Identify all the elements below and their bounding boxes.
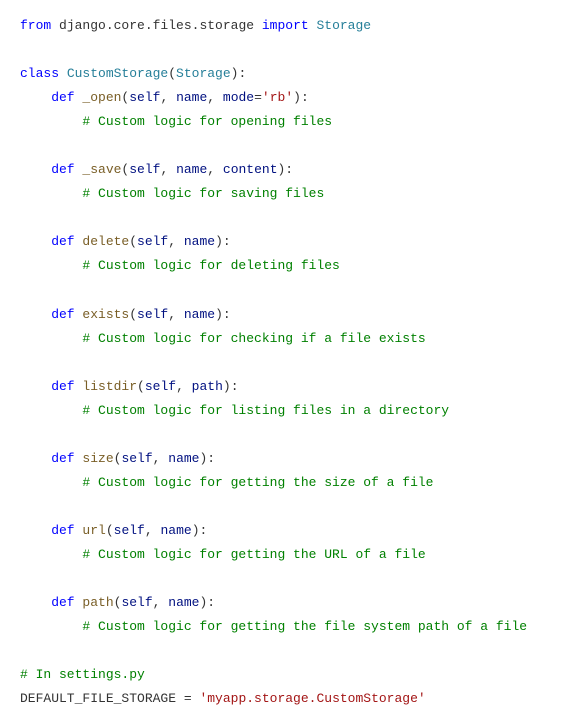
comment-save: # Custom logic for saving files [20,186,324,201]
comment-url: # Custom logic for getting the URL of a … [20,547,426,562]
code-block: from django.core.files.storage import St… [0,0,561,611]
param-path: path [192,379,223,394]
line-25: def path(self, name): [20,595,215,610]
param-self: self [137,307,168,322]
keyword-def: def [20,451,75,466]
comment-listdir: # Custom logic for listing files in a di… [20,403,449,418]
comment-path: # Custom logic for getting the file syst… [20,619,527,634]
keyword-def: def [20,523,75,538]
base-class: Storage [176,66,231,81]
paren: ( [168,66,176,81]
param-self: self [129,162,160,177]
paren-close: ): [215,234,231,249]
param-self: self [114,523,145,538]
line-13: def exists(self, name): [20,307,231,322]
param-name: name [160,523,191,538]
comma: , [168,307,184,322]
string-storage-path: 'myapp.storage.CustomStorage' [192,691,426,706]
comma: , [145,523,161,538]
paren: ( [106,523,114,538]
paren: ( [129,307,137,322]
param-name: name [168,451,199,466]
paren: ( [137,379,145,394]
fn-path: path [75,595,114,610]
line-16: def listdir(self, path): [20,379,239,394]
class-storage: Storage [309,18,371,33]
line-4: def _open(self, name, mode='rb'): [20,90,309,105]
param-mode: mode [223,90,254,105]
param-content: content [223,162,278,177]
param-self: self [145,379,176,394]
var-default-storage: DEFAULT_FILE_STORAGE [20,691,184,706]
param-name: name [176,162,207,177]
line-19: def size(self, name): [20,451,215,466]
comma: , [153,451,169,466]
param-self: self [121,451,152,466]
fn-delete: delete [75,234,130,249]
param-name: name [184,234,215,249]
param-self: self [137,234,168,249]
comma: , [207,90,223,105]
fn-listdir: listdir [75,379,137,394]
param-self: self [129,90,160,105]
paren-close: ): [215,307,231,322]
comma: , [160,90,176,105]
param-name: name [184,307,215,322]
comma: , [160,162,176,177]
param-self: self [121,595,152,610]
keyword-def: def [20,307,75,322]
comment-delete: # Custom logic for deleting files [20,258,340,273]
paren-close: ): [278,162,294,177]
equals: = [254,90,262,105]
keyword-def: def [20,90,75,105]
param-name: name [176,90,207,105]
paren-close: ): [199,451,215,466]
comment-open: # Custom logic for opening files [20,114,332,129]
line-22: def url(self, name): [20,523,207,538]
fn-open: _open [75,90,122,105]
keyword-import: import [262,18,309,33]
line-3: class CustomStorage(Storage): [20,66,246,81]
fn-exists: exists [75,307,130,322]
equals: = [184,691,192,706]
line-7: def _save(self, name, content): [20,162,293,177]
module-path: django.core.files.storage [51,18,262,33]
comma: , [168,234,184,249]
line-1: from django.core.files.storage import St… [20,18,371,33]
paren-close: ): [192,523,208,538]
class-name: CustomStorage [59,66,168,81]
paren-close: ): [293,90,309,105]
keyword-class: class [20,66,59,81]
comment-size: # Custom logic for getting the size of a… [20,475,433,490]
line-10: def delete(self, name): [20,234,231,249]
keyword-from: from [20,18,51,33]
paren-close: ): [231,66,247,81]
comma: , [176,379,192,394]
keyword-def: def [20,595,75,610]
keyword-def: def [20,379,75,394]
keyword-def: def [20,162,75,177]
string-rb: 'rb' [262,90,293,105]
paren-close: ): [199,595,215,610]
param-name: name [168,595,199,610]
paren-close: ): [223,379,239,394]
fn-save: _save [75,162,122,177]
paren: ( [129,234,137,249]
line-29: DEFAULT_FILE_STORAGE = 'myapp.storage.Cu… [20,691,426,706]
comment-settings: # In settings.py [20,667,145,682]
comma: , [153,595,169,610]
keyword-def: def [20,234,75,249]
fn-url: url [75,523,106,538]
fn-size: size [75,451,114,466]
comment-exists: # Custom logic for checking if a file ex… [20,331,426,346]
comma: , [207,162,223,177]
